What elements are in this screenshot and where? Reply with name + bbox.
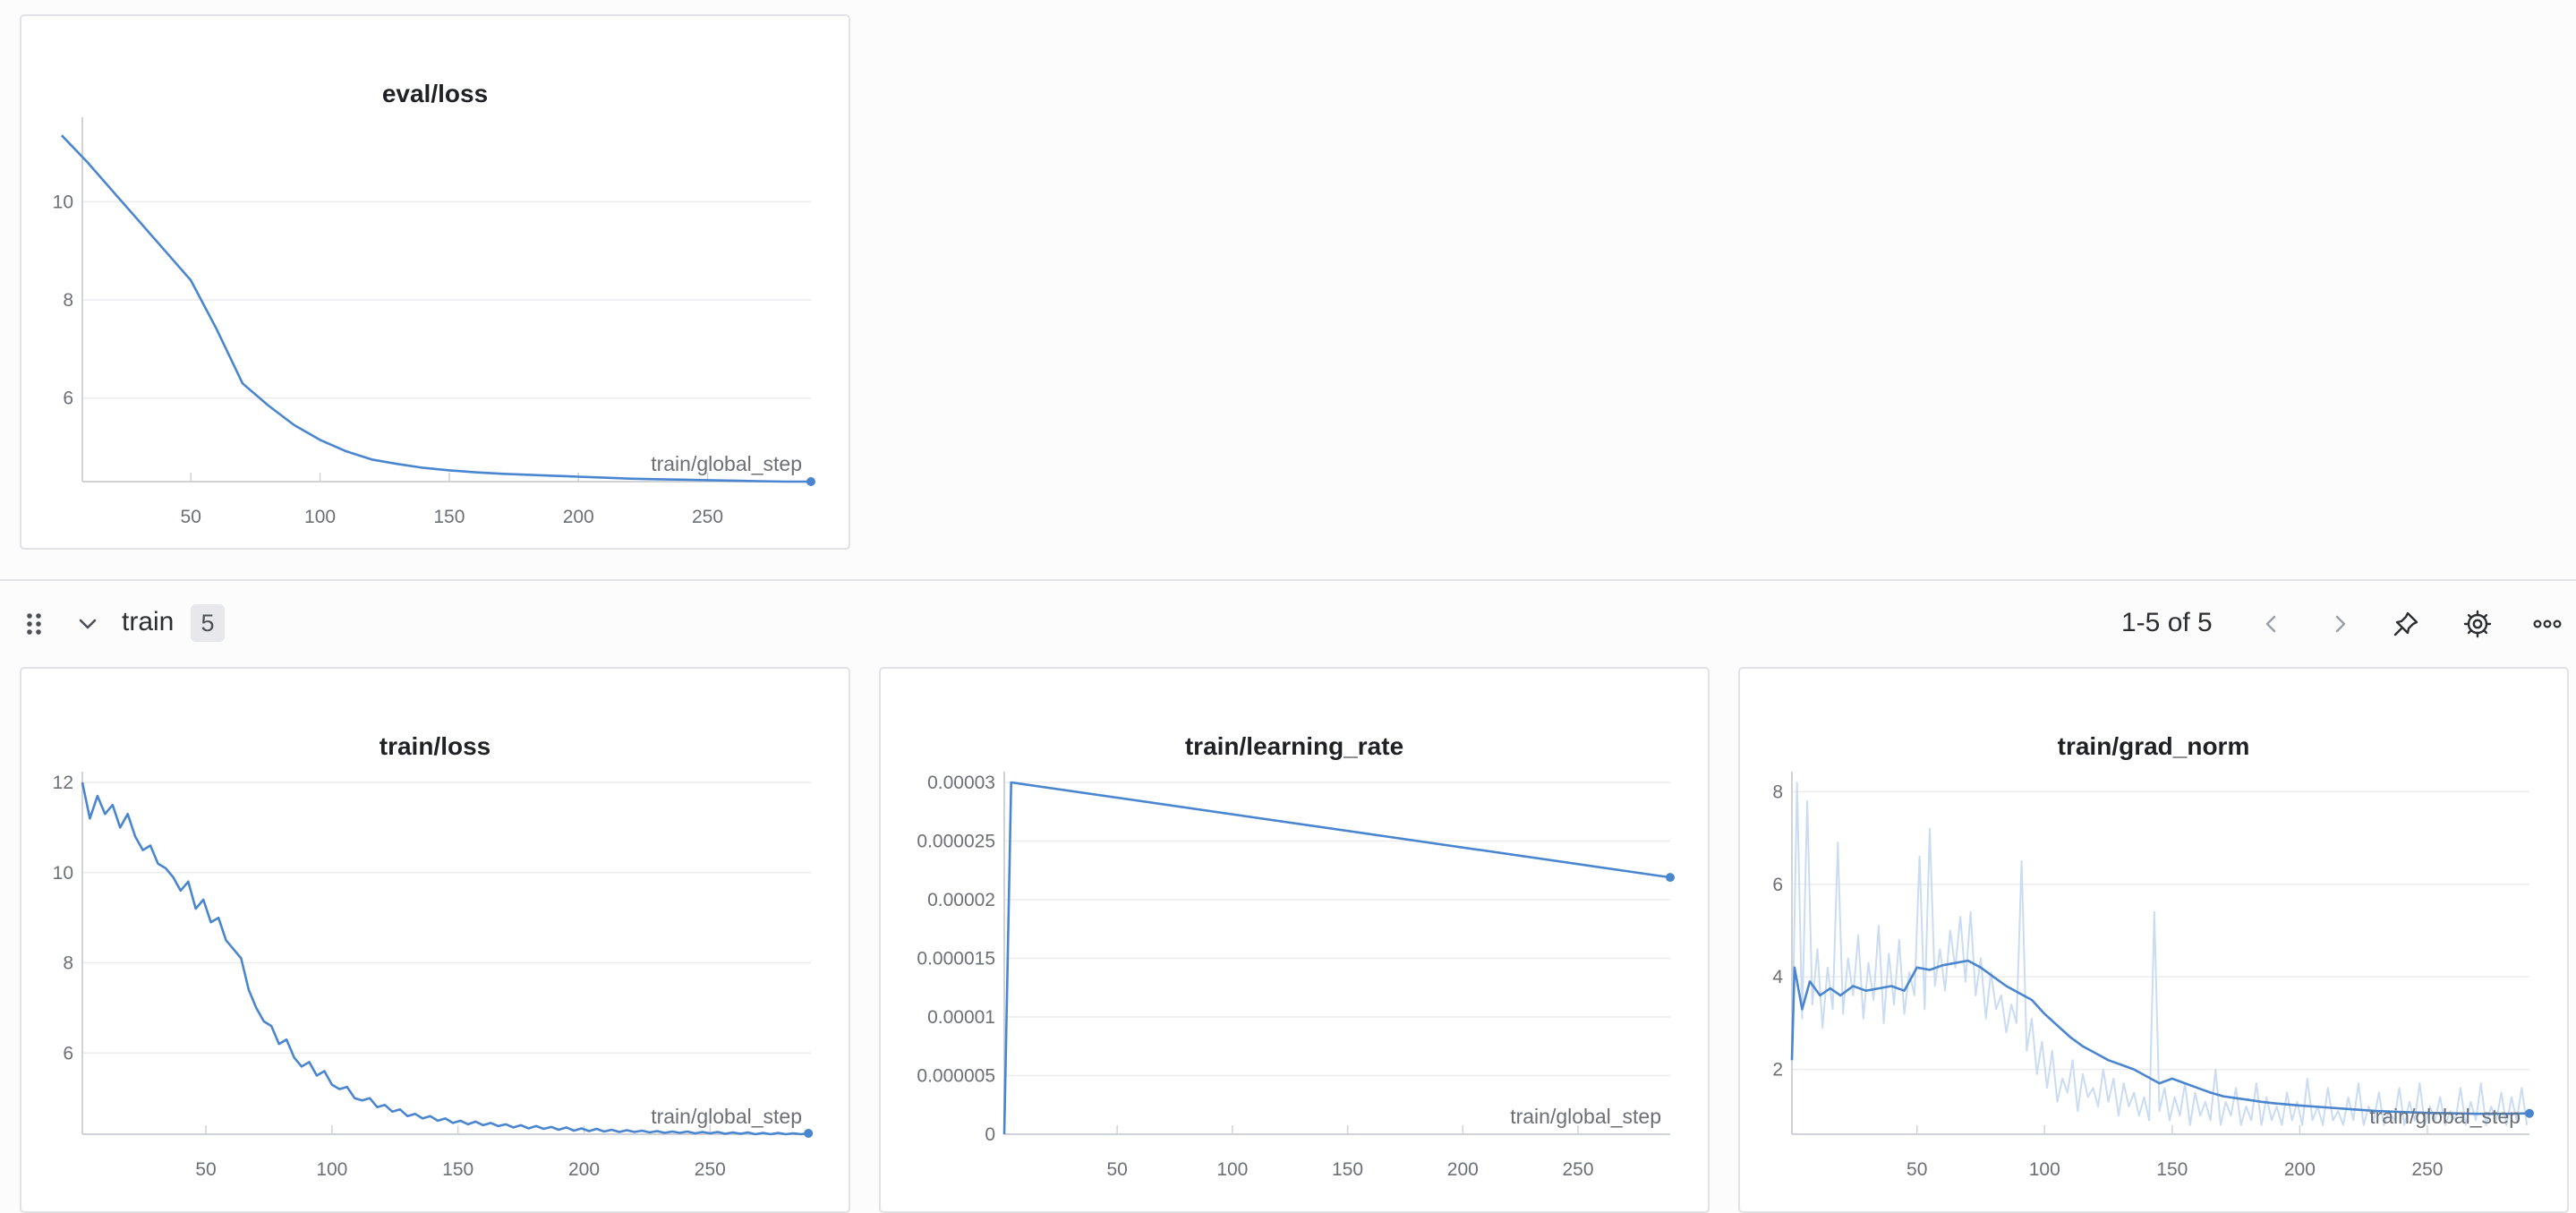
series-line bbox=[81, 782, 809, 1136]
x-tick-label: 100 bbox=[1216, 1159, 1248, 1180]
chart-panel-train-grad-norm[interactable]: train/grad_norm 2 4 6 8 50 100 150 200 250 train/g… bbox=[1738, 667, 2569, 1213]
series-end-point bbox=[2525, 1108, 2534, 1118]
x-tick-label: 250 bbox=[692, 507, 723, 527]
x-axis-label: train/global_step bbox=[2369, 1105, 2521, 1128]
x-tick-label: 50 bbox=[181, 507, 201, 527]
chart-panel-train-loss[interactable]: train/loss 6 8 10 12 50 100 150 200 250 train/glob… bbox=[20, 667, 850, 1213]
x-tick-label: 150 bbox=[442, 1159, 473, 1180]
more-horizontal-icon[interactable] bbox=[2528, 604, 2567, 644]
x-axis-label: train/global_step bbox=[651, 452, 802, 475]
x-tick-label: 150 bbox=[433, 507, 465, 527]
y-tick-label: 0.00001 bbox=[927, 1007, 995, 1028]
y-tick-label: 6 bbox=[63, 1043, 73, 1064]
y-tick-label: 4 bbox=[1772, 967, 1783, 987]
series-end-point bbox=[804, 1128, 814, 1138]
section-count-badge: 5 bbox=[191, 604, 225, 642]
y-tick-label: 10 bbox=[53, 192, 73, 212]
x-tick-label: 250 bbox=[695, 1159, 726, 1180]
chart-panel-eval-loss[interactable]: eval/loss 6 8 10 50 100 150 200 250 train/global_… bbox=[20, 14, 850, 550]
x-axis-label: train/global_step bbox=[1510, 1105, 1661, 1128]
chart-train-grad-norm: train/grad_norm 2 4 6 8 50 100 150 200 250 train/g… bbox=[1772, 732, 2534, 1180]
chart-title: train/grad_norm bbox=[2058, 732, 2250, 760]
chart-eval-loss: eval/loss 6 8 10 50 100 150 200 250 train/global_… bbox=[53, 80, 815, 527]
x-tick-label: 200 bbox=[1447, 1159, 1479, 1180]
x-tick-label: 200 bbox=[563, 507, 594, 527]
drag-handle-icon[interactable] bbox=[14, 604, 54, 644]
y-tick-label: 0 bbox=[985, 1124, 995, 1145]
x-tick-label: 100 bbox=[2029, 1159, 2060, 1180]
chart-train-learning-rate: train/learning_rate 0 0.000005 0.00001 0.000… bbox=[917, 732, 1675, 1180]
y-tick-label: 0.00002 bbox=[927, 890, 995, 910]
y-tick-label: 6 bbox=[1772, 875, 1783, 895]
y-tick-label: 0.00003 bbox=[927, 773, 995, 793]
y-tick-label: 8 bbox=[1772, 782, 1783, 802]
x-tick-label: 250 bbox=[1563, 1159, 1594, 1180]
y-tick-label: 0.000005 bbox=[917, 1066, 995, 1087]
chart-panel-train-learning-rate[interactable]: train/learning_rate 0 0.000005 0.00001 0.000… bbox=[879, 667, 1710, 1213]
x-tick-label: 150 bbox=[2156, 1159, 2188, 1180]
y-tick-label: 0.000015 bbox=[917, 949, 995, 970]
y-tick-label: 2 bbox=[1772, 1060, 1783, 1081]
x-tick-label: 250 bbox=[2411, 1159, 2443, 1180]
series-line bbox=[60, 134, 811, 483]
chart-title: eval/loss bbox=[382, 80, 488, 107]
x-tick-label: 50 bbox=[195, 1159, 216, 1180]
section-divider bbox=[0, 579, 2576, 581]
y-tick-label: 8 bbox=[63, 290, 73, 311]
chart-title: train/learning_rate bbox=[1185, 732, 1403, 760]
y-tick-label: 10 bbox=[53, 863, 73, 884]
pagination-label: 1-5 of 5 bbox=[2121, 608, 2213, 637]
y-tick-label: 0.000025 bbox=[917, 832, 995, 852]
section-title[interactable]: train bbox=[122, 607, 174, 637]
x-axis-label: train/global_step bbox=[651, 1105, 802, 1128]
gear-icon[interactable] bbox=[2458, 604, 2497, 644]
chart-title: train/loss bbox=[380, 732, 490, 760]
y-tick-label: 12 bbox=[53, 773, 73, 793]
chevron-right-icon[interactable] bbox=[2320, 604, 2359, 644]
chart-train-loss: train/loss 6 8 10 12 50 100 150 200 250 train/glob… bbox=[53, 732, 814, 1180]
y-tick-label: 6 bbox=[63, 389, 73, 409]
x-tick-label: 100 bbox=[304, 507, 336, 527]
x-tick-label: 50 bbox=[1106, 1159, 1127, 1180]
pin-icon[interactable] bbox=[2386, 604, 2426, 644]
x-tick-label: 100 bbox=[316, 1159, 347, 1180]
y-tick-label: 8 bbox=[63, 953, 73, 974]
x-tick-label: 150 bbox=[1332, 1159, 1363, 1180]
x-tick-label: 200 bbox=[2284, 1159, 2316, 1180]
chevron-down-icon[interactable] bbox=[68, 604, 107, 644]
series-end-point bbox=[1666, 873, 1675, 883]
raw-series-line bbox=[1791, 782, 2529, 1126]
series-end-point bbox=[806, 477, 815, 486]
chevron-left-icon[interactable] bbox=[2252, 604, 2291, 644]
x-tick-label: 200 bbox=[568, 1159, 600, 1180]
x-tick-label: 50 bbox=[1906, 1159, 1927, 1180]
